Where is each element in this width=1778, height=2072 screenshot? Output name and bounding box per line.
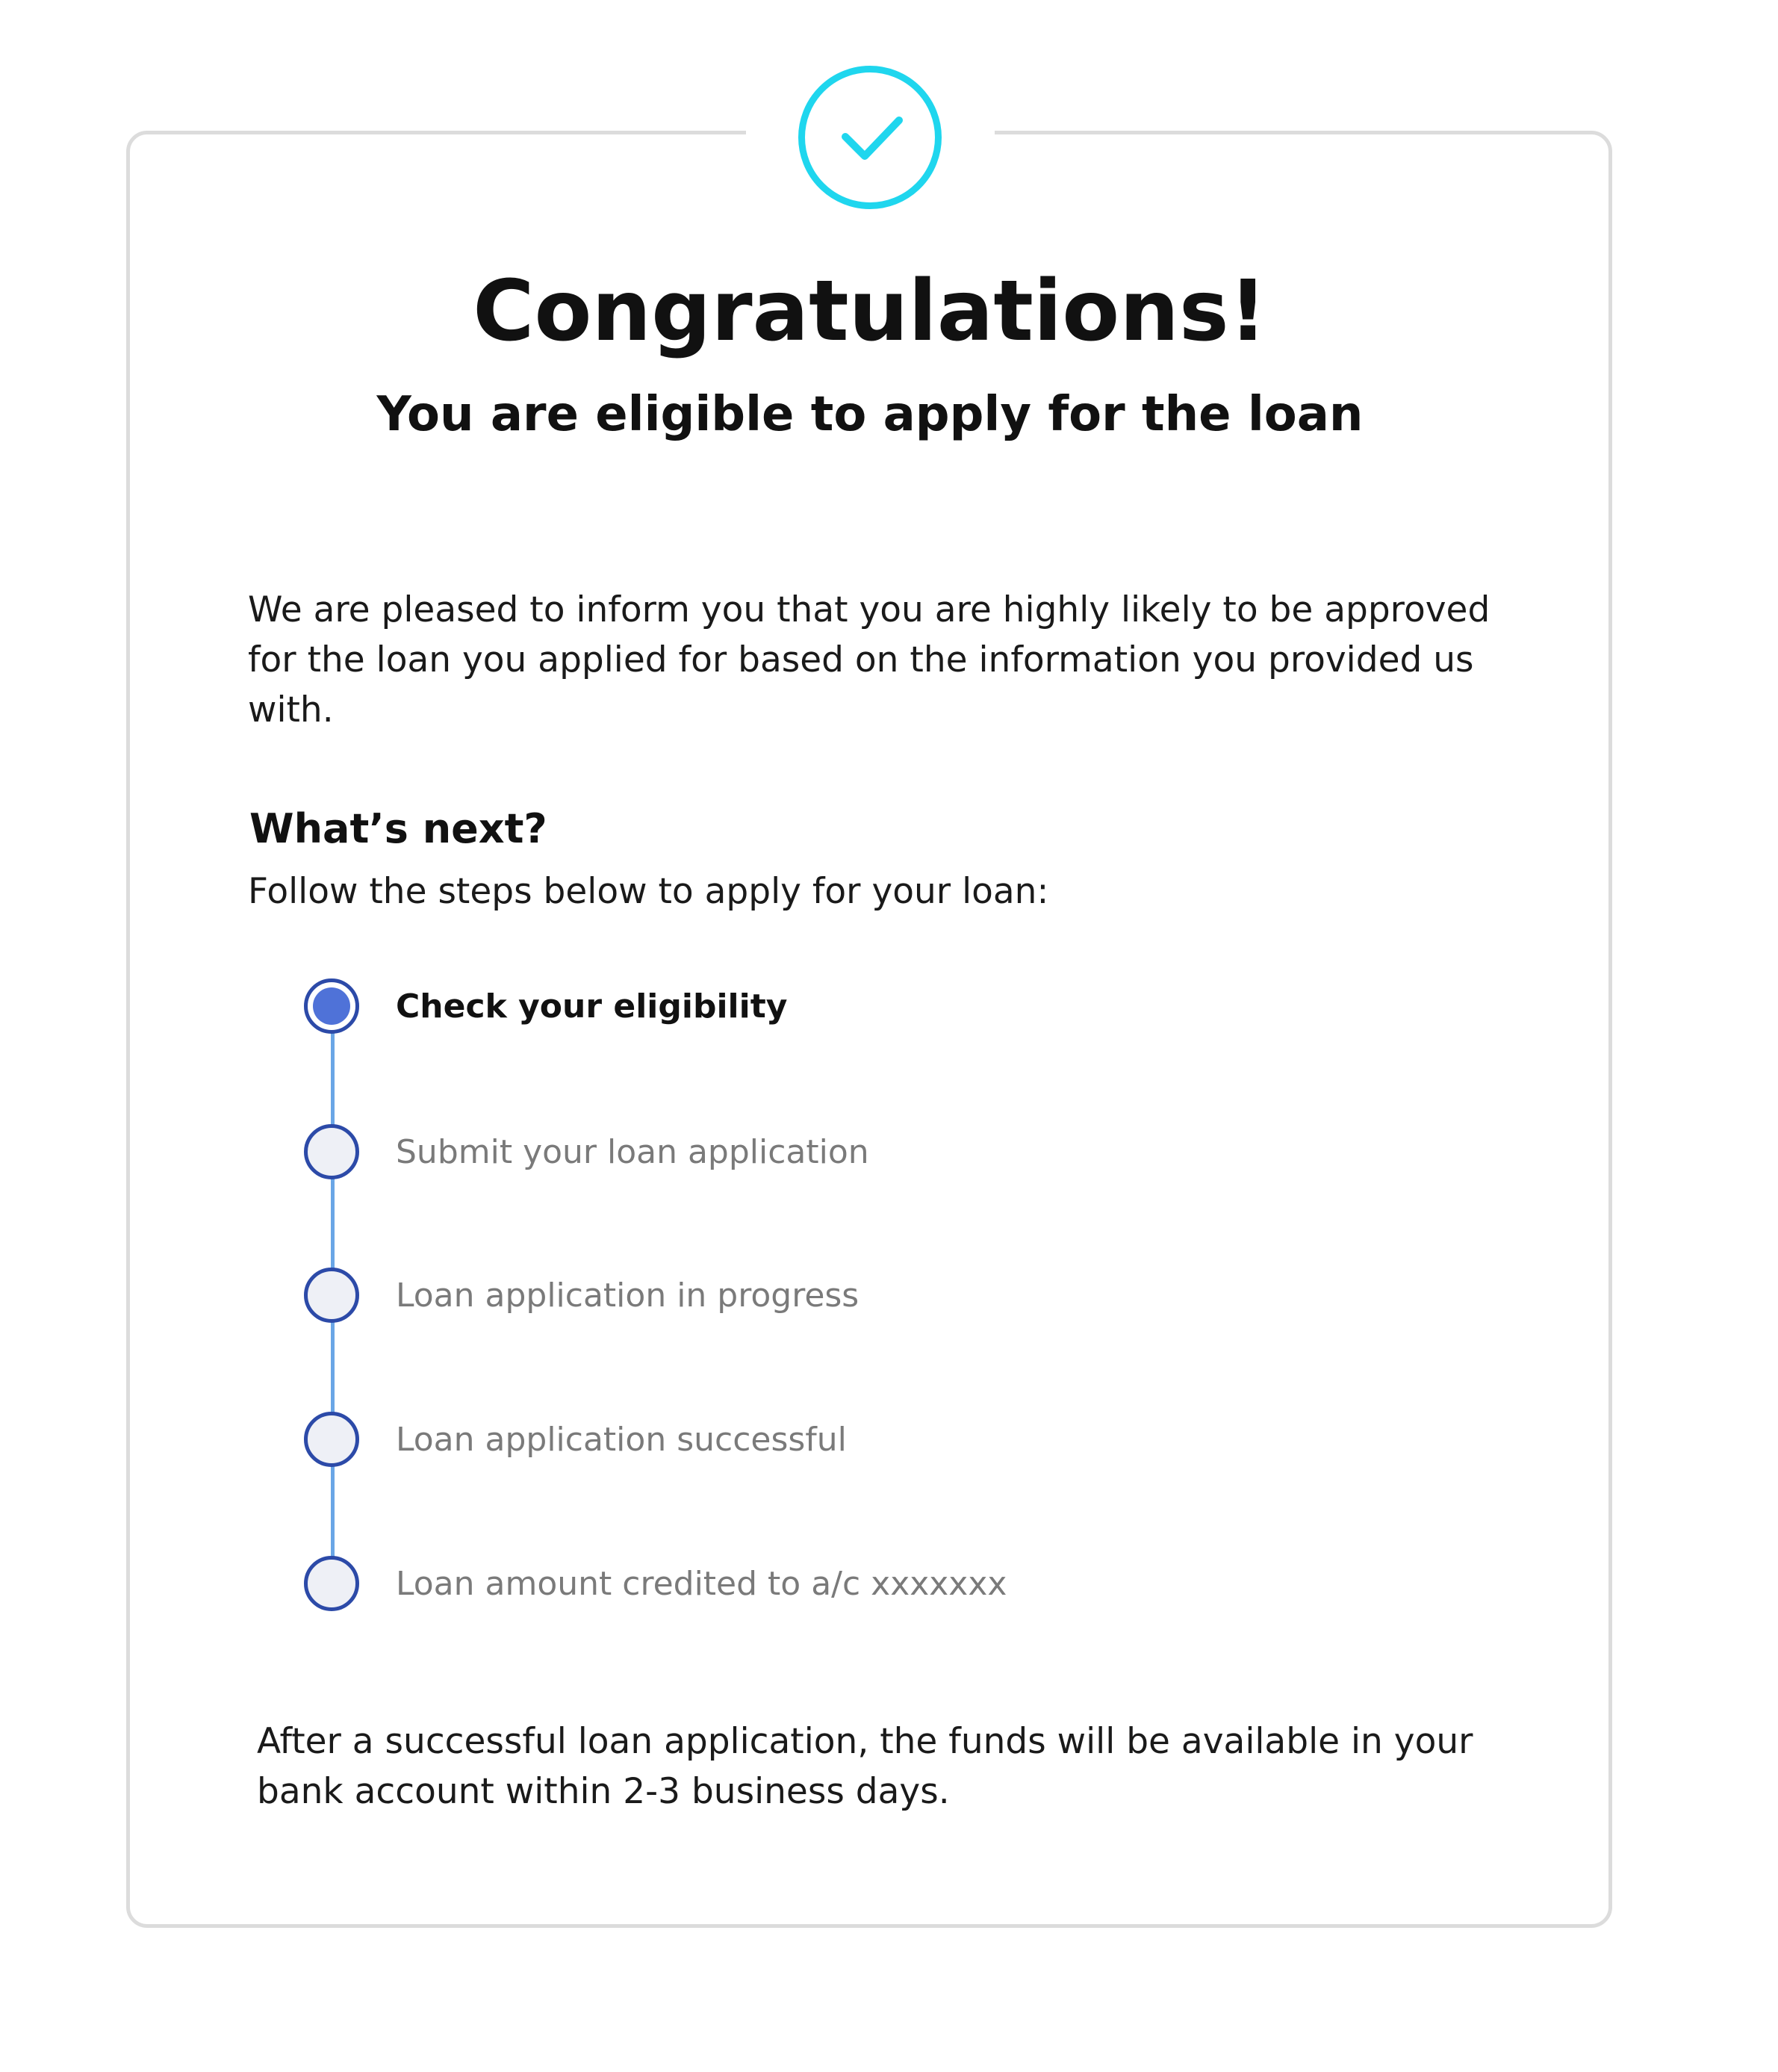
whats-next-heading: What’s next? (249, 805, 547, 852)
check-circle-icon (798, 66, 942, 209)
footer-text: After a successful loan application, the… (257, 1721, 1473, 1812)
intro-text: We are pleased to inform you that you ar… (248, 589, 1491, 731)
page-title: Congratulations! (473, 263, 1267, 360)
page-subtitle: You are eligible to apply for the loan (376, 387, 1364, 442)
checkmark-icon (842, 117, 903, 160)
whats-next-subheading: Follow the steps below to apply for your… (248, 871, 1049, 912)
